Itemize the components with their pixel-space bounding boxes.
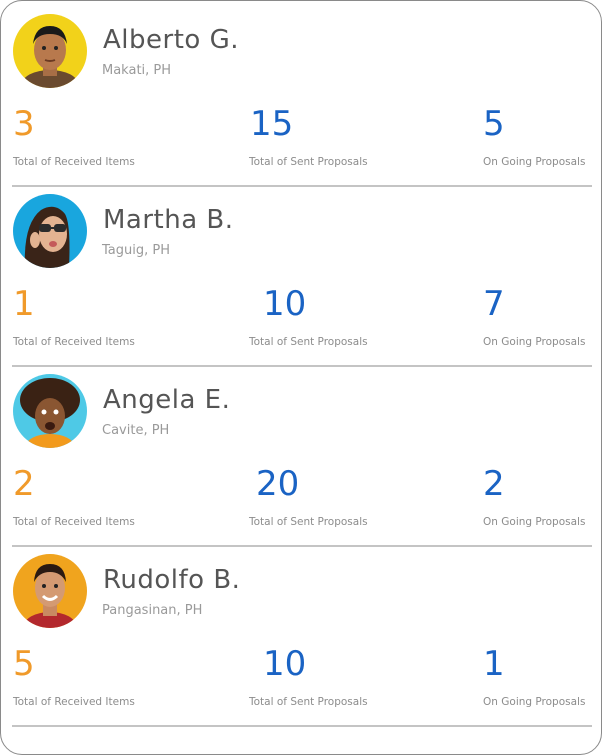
user-location: Pangasinan, PH [102,603,203,618]
ongoing-count: 2 [483,464,505,504]
user-location: Makati, PH [102,63,172,78]
ongoing-count: 7 [483,284,505,324]
ongoing-label: On Going Proposals [483,336,586,348]
sent-count: 10 [263,644,307,684]
received-label: Total of Received Items [13,516,135,528]
ongoing-label: On Going Proposals [483,516,586,528]
sent-label: Total of Sent Proposals [249,336,368,348]
avatar-photo-icon [13,14,87,88]
user-avatar[interactable] [13,554,87,628]
user-location: Cavite, PH [102,423,170,438]
received-count: 2 [13,464,35,504]
user-row[interactable]: Martha B. Taguig, PH 1 10 7 Total of Rec… [1,181,601,367]
user-name: Martha B. [103,205,234,235]
sent-label: Total of Sent Proposals [249,156,368,168]
received-count: 5 [13,644,35,684]
sent-label: Total of Sent Proposals [249,516,368,528]
user-name: Rudolfo B. [103,565,241,595]
ongoing-count: 1 [483,644,505,684]
user-avatar[interactable] [13,194,87,268]
ongoing-label: On Going Proposals [483,696,586,708]
avatar-photo-icon [13,374,87,448]
received-count: 3 [13,104,35,144]
avatar-photo-icon [13,554,87,628]
sent-count: 15 [250,104,294,144]
received-label: Total of Received Items [13,696,135,708]
user-avatar[interactable] [13,374,87,448]
user-row[interactable]: Angela E. Cavite, PH 2 20 2 Total of Rec… [1,361,601,547]
ongoing-count: 5 [483,104,505,144]
user-avatar[interactable] [13,14,87,88]
received-label: Total of Received Items [13,156,135,168]
user-name: Angela E. [103,385,231,415]
user-row[interactable]: Rudolfo B. Pangasinan, PH 5 10 1 Total o… [1,541,601,727]
received-count: 1 [13,284,35,324]
sent-count: 10 [263,284,307,324]
user-name: Alberto G. [103,25,239,55]
user-stats-card: Alberto G. Makati, PH 3 15 5 Total of Re… [0,0,602,755]
sent-count: 20 [256,464,300,504]
ongoing-label: On Going Proposals [483,156,586,168]
user-location: Taguig, PH [102,243,170,258]
row-divider [12,725,592,727]
sent-label: Total of Sent Proposals [249,696,368,708]
avatar-photo-icon [13,194,87,268]
user-row[interactable]: Alberto G. Makati, PH 3 15 5 Total of Re… [1,1,601,187]
received-label: Total of Received Items [13,336,135,348]
